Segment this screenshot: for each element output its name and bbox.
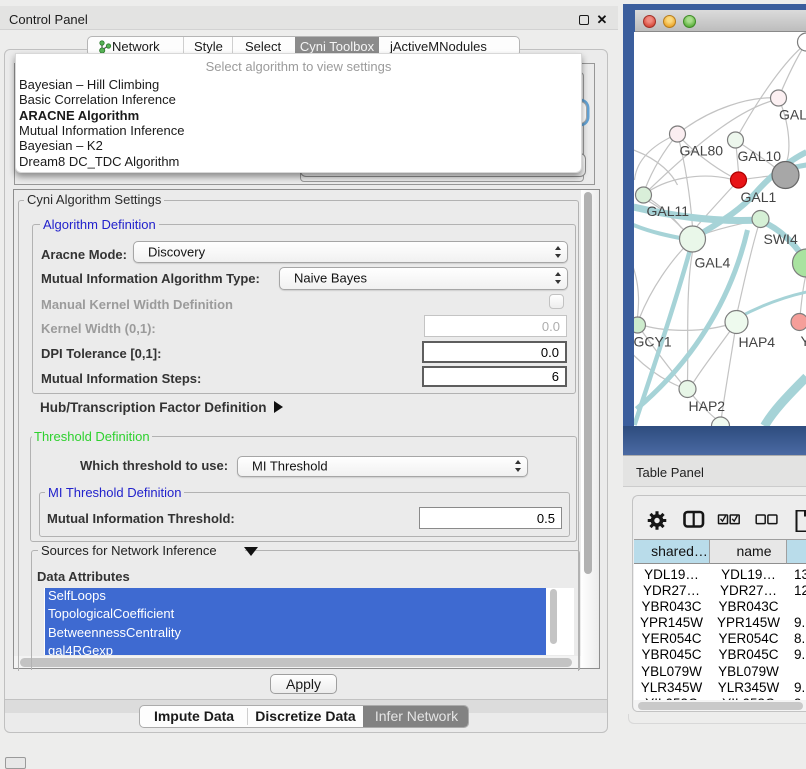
svg-text:GAL7: GAL7 <box>779 107 806 123</box>
svg-text:HAP2: HAP2 <box>688 398 725 414</box>
svg-text:HAP4: HAP4 <box>738 334 775 350</box>
svg-text:GAL80: GAL80 <box>679 143 723 159</box>
svg-text:Y: Y <box>800 333 806 349</box>
svg-text:GAL10: GAL10 <box>737 148 781 164</box>
svg-text:GAL4: GAL4 <box>694 255 730 271</box>
svg-text:GAL1: GAL1 <box>740 189 776 205</box>
svg-text:GCY1: GCY1 <box>634 334 672 350</box>
svg-text:SWI4: SWI4 <box>763 231 797 247</box>
svg-text:GAL11: GAL11 <box>646 203 689 219</box>
